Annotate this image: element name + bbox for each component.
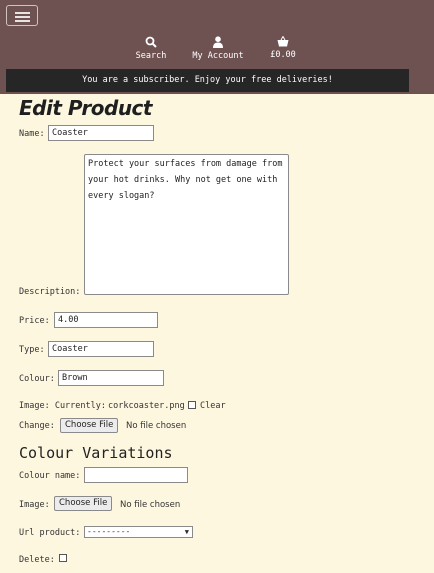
type-input[interactable]: Coaster — [48, 341, 154, 357]
delete-label: Delete: — [19, 555, 55, 565]
basket-icon — [277, 36, 289, 47]
price-input[interactable]: 4.00 — [54, 312, 158, 328]
name-input[interactable]: Coaster — [48, 125, 154, 141]
menu-bar-icon — [15, 16, 30, 18]
no-file-text: No file chosen — [126, 421, 187, 431]
image-current-link[interactable]: corkcoaster.png — [108, 401, 185, 411]
description-textarea[interactable]: Protect your surfaces from damage from y… — [84, 154, 289, 295]
menu-bar-icon — [15, 12, 30, 14]
nav-search[interactable]: Search — [134, 36, 168, 61]
subscriber-banner: You are a subscriber. Enjoy your free de… — [6, 69, 409, 92]
page-title: Edit Product — [19, 96, 152, 120]
colour-variations-heading: Colour Variations — [19, 444, 173, 462]
colour-input[interactable]: Brown — [58, 370, 164, 386]
price-label: Price: — [19, 316, 50, 326]
menu-toggle-button[interactable] — [6, 5, 38, 26]
nav-account-label: My Account — [192, 51, 244, 61]
search-icon — [145, 36, 157, 48]
variation-image-label: Image: — [19, 500, 50, 510]
nav-my-account[interactable]: My Account — [190, 36, 246, 61]
nav-basket[interactable]: £0.00 — [268, 36, 298, 60]
user-icon — [213, 36, 223, 48]
site-header: Search My Account £0.00 You are a subscr… — [0, 0, 434, 94]
clear-image-checkbox[interactable] — [188, 401, 196, 409]
menu-bar-icon — [15, 20, 30, 22]
variation-no-file-text: No file chosen — [120, 500, 181, 510]
type-label: Type: — [19, 345, 45, 355]
nav-basket-total: £0.00 — [270, 50, 296, 60]
url-product-select[interactable]: --------- ▼ — [84, 526, 193, 538]
url-product-label: Url product: — [19, 528, 81, 538]
url-product-selected: --------- — [87, 527, 131, 536]
choose-file-button[interactable]: Choose File — [60, 418, 119, 433]
colour-name-input[interactable] — [84, 467, 188, 483]
chevron-down-icon: ▼ — [184, 528, 189, 536]
colour-name-label: Colour name: — [19, 471, 81, 481]
colour-label: Colour: — [19, 374, 55, 384]
clear-label: Clear — [200, 401, 226, 411]
description-label: Description: — [19, 287, 81, 297]
delete-checkbox[interactable] — [59, 554, 67, 562]
nav-search-label: Search — [135, 51, 167, 61]
image-current-label: Image: Currently: — [19, 401, 106, 411]
name-label: Name: — [19, 129, 45, 139]
variation-choose-file-button[interactable]: Choose File — [54, 496, 113, 511]
change-label: Change: — [19, 421, 55, 431]
